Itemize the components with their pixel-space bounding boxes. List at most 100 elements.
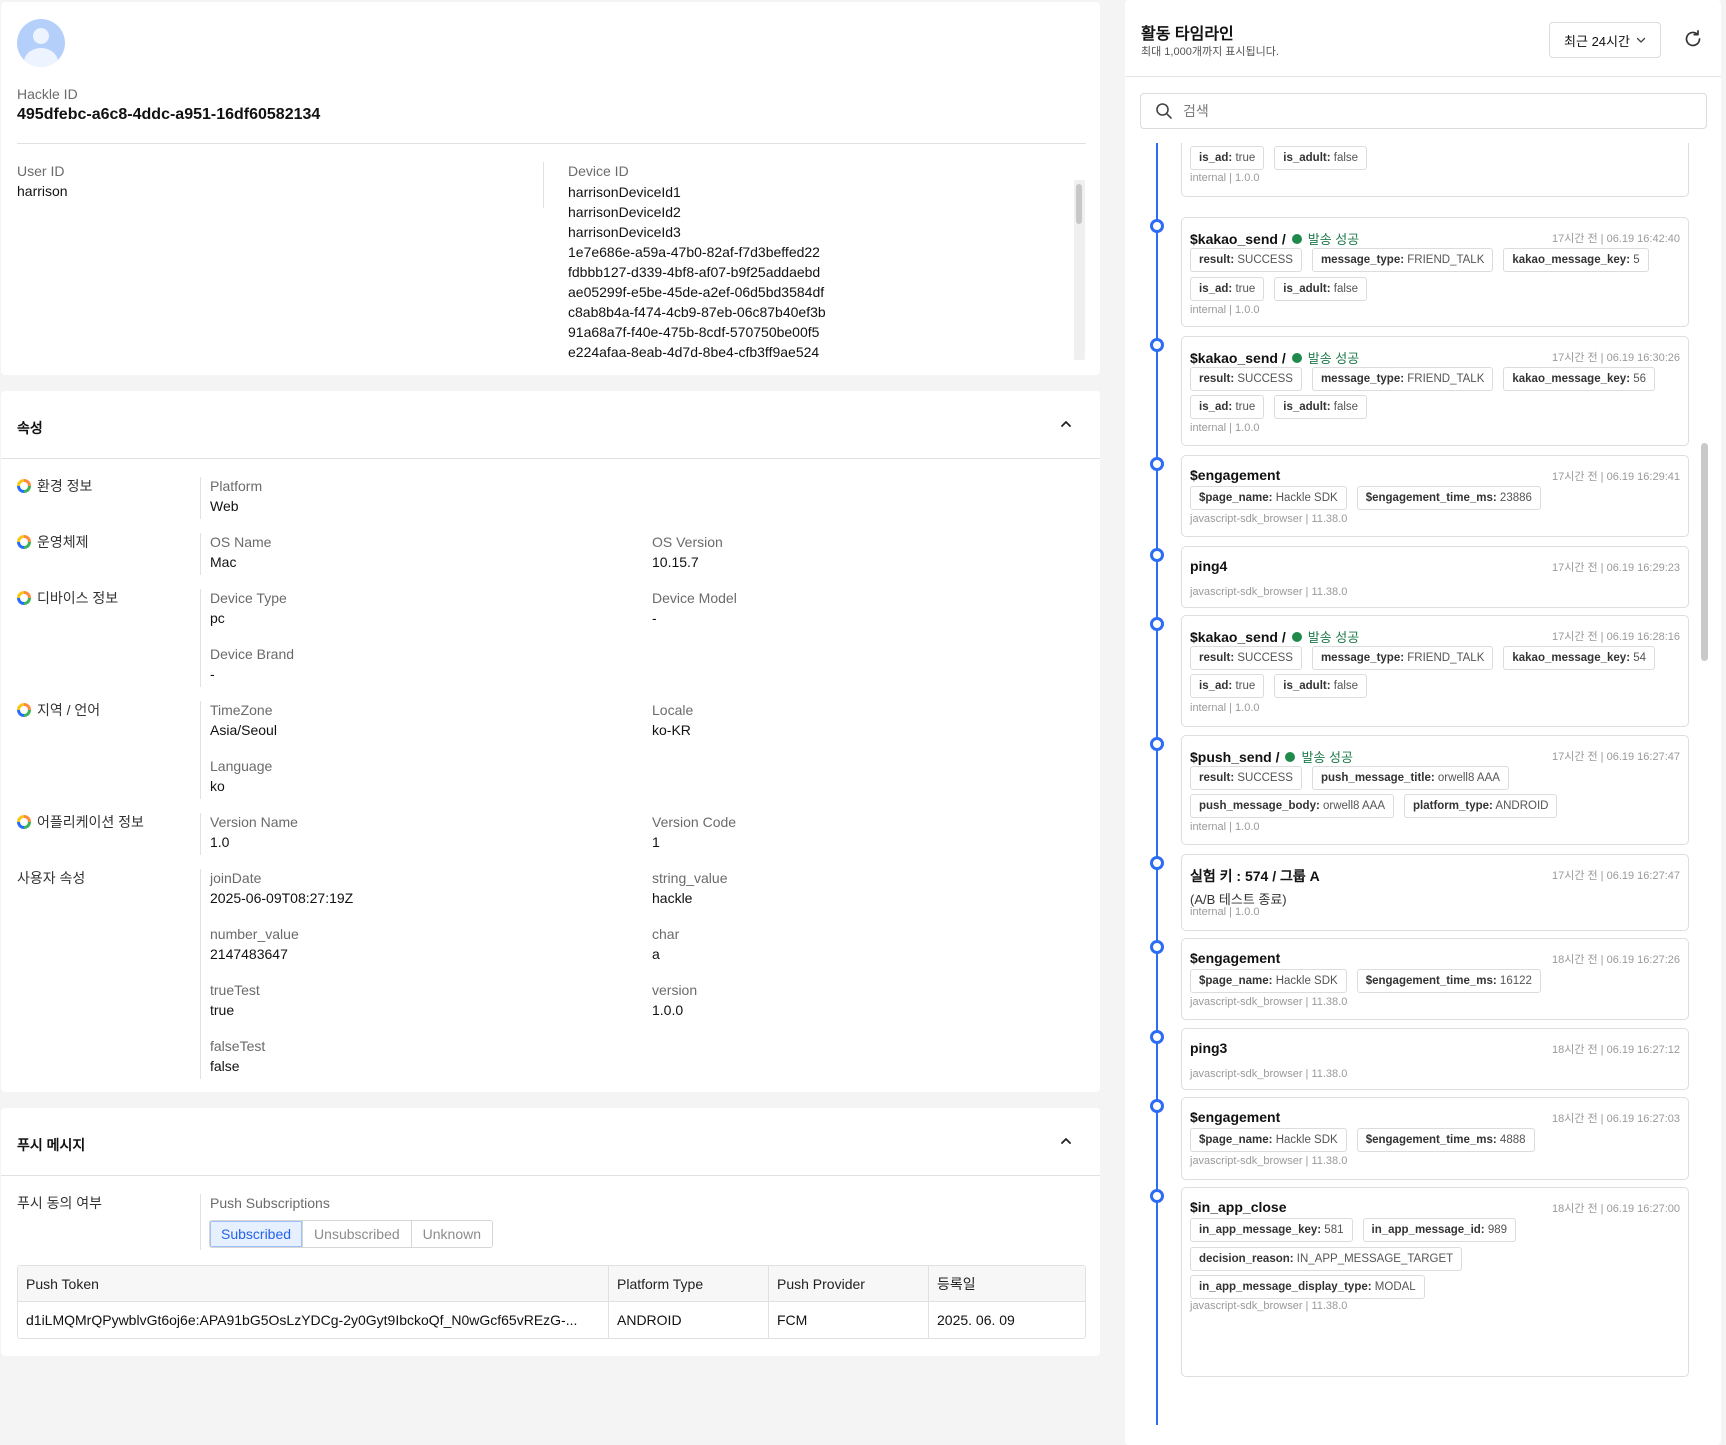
timeline-event-card[interactable]: $engagement 18시간 전 | 06.19 16:27:03 $page_… — [1181, 1097, 1689, 1180]
field-locale: Locale ko-KR — [652, 700, 693, 740]
group-name: 어플리케이션 정보 — [37, 814, 144, 830]
cell-registered-date: 2025. 06. 09 — [928, 1302, 1085, 1338]
group-icon — [17, 591, 31, 605]
group-name: 사용자 속성 — [17, 870, 86, 886]
timeline-event-card[interactable]: $push_send / 발송 성공 17시간 전 | 06.19 16:27:47… — [1181, 735, 1689, 845]
event-name: ping4 — [1190, 558, 1228, 574]
property-value: 54 — [1630, 652, 1647, 664]
chevron-up-icon[interactable] — [1059, 1134, 1073, 1148]
property-key: is_ad: — [1199, 283, 1233, 295]
push-subscription-toggle: Subscribed Unsubscribed Unknown — [209, 1220, 494, 1248]
timeline-dot — [1150, 1189, 1164, 1203]
event-property-row: in_app_message_display_type: MODAL — [1190, 1275, 1425, 1299]
field-value: 2147483647 — [210, 946, 288, 962]
field-label: TimeZone — [210, 702, 273, 718]
timeline-line — [1156, 143, 1158, 1425]
event-header: $engagement — [1190, 950, 1280, 966]
timeline-event-card[interactable]: $kakao_send / 발송 성공 17시간 전 | 06.19 16:30:2… — [1181, 336, 1689, 446]
event-property-row: is_ad: true is_adult: false — [1190, 277, 1368, 301]
timeline-event-card[interactable]: ping4 17시간 전 | 06.19 16:29:23 javascript-s… — [1181, 546, 1689, 608]
group-name: 디바이스 정보 — [37, 590, 119, 606]
device-id-scrollbar[interactable] — [1074, 180, 1085, 360]
group-locale-label: 지역 / 언어 — [17, 700, 100, 720]
property-value: Hackle SDK — [1272, 975, 1338, 987]
event-property-row: result: SUCCESS message_type: FRIEND_TALK… — [1190, 646, 1656, 670]
status-dot-icon — [1291, 631, 1302, 642]
timeline-event-card[interactable]: ping3 18시간 전 | 06.19 16:27:12 javascript-s… — [1181, 1028, 1689, 1090]
timeline-event-card[interactable]: $engagement 17시간 전 | 06.19 16:29:41 $page_… — [1181, 455, 1689, 537]
timeline-dot — [1150, 219, 1164, 233]
divider — [543, 162, 544, 208]
timeline-event-card[interactable]: $kakao_send / 발송 성공 17시간 전 | 06.19 16:42:4… — [1181, 217, 1689, 327]
option-unsubscribed[interactable]: Unsubscribed — [302, 1221, 411, 1247]
field-version-name: Version Name 1.0 — [210, 812, 298, 852]
option-unknown[interactable]: Unknown — [410, 1221, 493, 1247]
event-name: $engagement — [1190, 467, 1281, 483]
device-id-item: c8ab8b4a-f474-4cb9-87eb-06c87b40ef3b — [568, 304, 826, 320]
property-value: 23886 — [1496, 492, 1532, 504]
timeline-event-card[interactable]: $kakao_send / 발송 성공 17시간 전 | 06.19 16:28:1… — [1181, 615, 1689, 727]
property-key: is_ad: — [1199, 401, 1233, 413]
group-env-label: 환경 정보 — [17, 476, 92, 496]
time-range-value: 최근 24시간 — [1564, 33, 1630, 49]
field-value: hackle — [652, 890, 693, 906]
property-value: FRIEND_TALK — [1404, 373, 1485, 385]
event-header: $kakao_send / 발송 성공 — [1190, 348, 1359, 367]
field-timezone: TimeZone Asia/Seoul — [210, 700, 277, 740]
group-os-label: 운영체제 — [17, 532, 89, 552]
timeline-list[interactable]: is_ad: true is_adult: false internal | 1.0… — [1125, 143, 1721, 1425]
event-source: internal | 1.0.0 — [1190, 304, 1260, 316]
property-value: orwell8 AAA — [1434, 772, 1500, 784]
property-value: true — [1232, 401, 1256, 413]
timeline-event-card[interactable]: $engagement 18시간 전 | 06.19 16:27:26 $page_… — [1181, 938, 1689, 1020]
divider — [200, 533, 201, 575]
event-name: $engagement — [1190, 1109, 1281, 1125]
group-app-label: 어플리케이션 정보 — [17, 812, 144, 832]
field-label: falseTest — [210, 1038, 266, 1054]
property-value: SUCCESS — [1234, 772, 1293, 784]
time-range-dropdown[interactable]: 최근 24시간 — [1549, 22, 1661, 58]
event-property-row: decision_reason: IN_APP_MESSAGE_TARGET — [1190, 1247, 1463, 1271]
event-header: $kakao_send / 발송 성공 — [1190, 229, 1359, 248]
event-property-tag: $page_name: Hackle SDK — [1190, 1128, 1347, 1152]
event-name: $kakao_send / — [1190, 628, 1286, 645]
property-key: message_type: — [1320, 373, 1405, 385]
option-subscribed[interactable]: Subscribed — [210, 1221, 303, 1247]
status-dot-icon — [1291, 233, 1302, 244]
chevron-up-icon[interactable] — [1059, 417, 1073, 431]
field-device-model: Device Model - — [652, 588, 737, 628]
status-text: 발송 성공 — [1301, 750, 1353, 765]
col-push-token: Push Token — [18, 1266, 608, 1302]
property-value: orwell8 AAA — [1319, 800, 1385, 812]
field-label: Platform — [210, 478, 263, 494]
property-value: true — [1232, 680, 1256, 692]
property-key: in_app_message_key: — [1199, 1224, 1322, 1236]
event-header: $kakao_send / 발송 성공 — [1190, 627, 1359, 646]
field-value: 1 — [652, 834, 660, 850]
event-property-tag: platform_type: ANDROID — [1404, 794, 1558, 818]
property-value: Hackle SDK — [1272, 1134, 1338, 1146]
property-key: result: — [1199, 772, 1235, 784]
field-os-version: OS Version 10.15.7 — [652, 532, 723, 572]
timeline-scrollbar[interactable] — [1701, 443, 1708, 661]
col-push-provider: Push Provider — [768, 1266, 928, 1302]
property-value: 56 — [1630, 373, 1647, 385]
event-property-row: $page_name: Hackle SDK $engagement_time_m… — [1190, 486, 1541, 510]
field-falsetest: falseTest false — [210, 1036, 265, 1076]
timeline-event-card[interactable]: 실험 키 : 574 / 그룹 A 17시간 전 | 06.19 16:27:47… — [1181, 854, 1689, 931]
event-name: $engagement — [1190, 950, 1281, 966]
field-value: 1.0 — [210, 834, 230, 850]
divider — [1, 1175, 1100, 1176]
section-title: 속성 — [17, 420, 43, 436]
refresh-icon[interactable] — [1682, 28, 1704, 50]
timeline-event-card[interactable]: $in_app_close 18시간 전 | 06.19 16:27:00 in_a… — [1181, 1187, 1689, 1377]
event-property-tag: $engagement_time_ms: 23886 — [1356, 486, 1541, 510]
property-value: false — [1330, 283, 1359, 295]
search-input[interactable] — [1183, 103, 1683, 119]
scrollbar-thumb[interactable] — [1076, 184, 1082, 224]
timeline-event-card[interactable]: is_ad: true is_adult: false internal | 1.0… — [1181, 143, 1689, 197]
event-source: javascript-sdk_browser | 11.38.0 — [1190, 996, 1348, 1008]
event-header: ping3 — [1190, 1040, 1227, 1056]
event-property-tag: is_adult: false — [1274, 395, 1368, 419]
property-key: is_adult: — [1283, 680, 1331, 692]
